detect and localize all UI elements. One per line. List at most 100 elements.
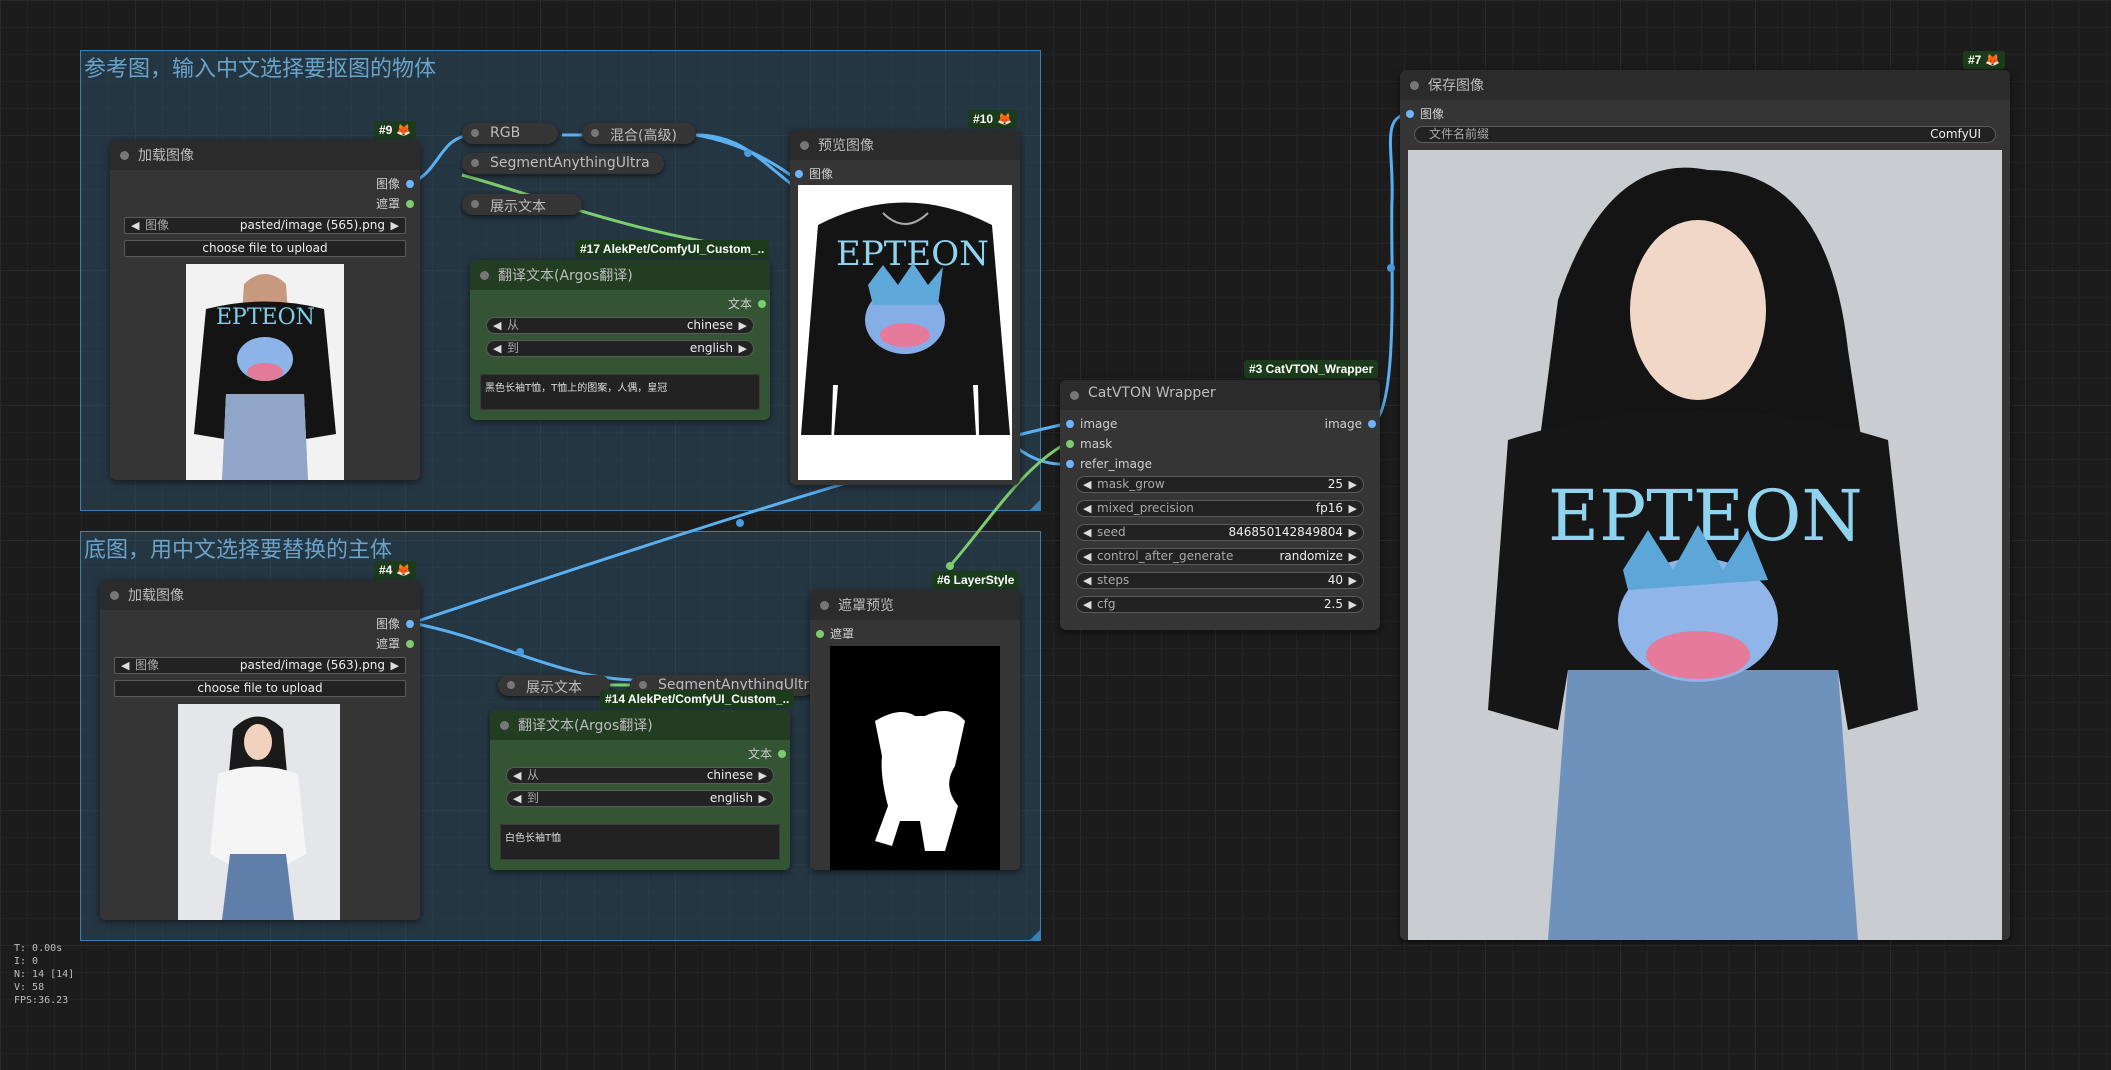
group-resize-handle[interactable] bbox=[1030, 930, 1040, 940]
mixed-precision-select[interactable]: ◀ mixed_precision fp16 ▶ bbox=[1076, 500, 1364, 517]
arrow-right-icon[interactable]: ▶ bbox=[1349, 597, 1357, 612]
translate-text-input[interactable]: 黑色长袖T恤，T恤上的图案，人偶，皇冠 bbox=[480, 374, 760, 410]
output-slot-text[interactable]: 文本 bbox=[748, 746, 786, 762]
slot-dot[interactable] bbox=[406, 180, 414, 188]
input-slot-mask[interactable]: mask bbox=[1066, 436, 1112, 452]
arrow-right-icon[interactable]: ▶ bbox=[1349, 549, 1357, 564]
input-slot-mask[interactable]: 遮罩 bbox=[816, 626, 854, 642]
slot-dot[interactable] bbox=[406, 200, 414, 208]
collapse-toggle[interactable] bbox=[110, 591, 119, 600]
arrow-left-icon[interactable]: ◀ bbox=[513, 768, 521, 783]
arrow-left-icon[interactable]: ◀ bbox=[1083, 573, 1091, 588]
slot-dot[interactable] bbox=[795, 170, 803, 178]
upload-button[interactable]: choose file to upload bbox=[114, 680, 406, 697]
input-slot-refer-image[interactable]: refer_image bbox=[1066, 456, 1152, 472]
node-segment-anything-ref[interactable]: SegmentAnythingUltra bbox=[462, 153, 664, 174]
arrow-right-icon[interactable]: ▶ bbox=[391, 218, 399, 233]
input-slot-image[interactable]: 图像 bbox=[1406, 106, 1444, 122]
arrow-left-icon[interactable]: ◀ bbox=[1083, 549, 1091, 564]
output-image: ЕРТЕОN bbox=[1408, 150, 2002, 940]
arrow-right-icon[interactable]: ▶ bbox=[1349, 477, 1357, 492]
output-slot-text[interactable]: 文本 bbox=[728, 296, 766, 312]
image-selector[interactable]: ◀ 图像 pasted/image (563).png ▶ bbox=[114, 657, 406, 674]
output-slot-mask[interactable]: 遮罩 bbox=[376, 196, 414, 212]
arrow-left-icon[interactable]: ◀ bbox=[131, 218, 139, 233]
node-preview-image[interactable]: 预览图像 图像 ЕРТЕОN bbox=[790, 130, 1020, 485]
collapse-toggle[interactable] bbox=[471, 159, 479, 167]
slot-dot[interactable] bbox=[758, 300, 766, 308]
translate-text-input[interactable]: 白色长袖T恤 bbox=[500, 824, 780, 860]
collapse-toggle[interactable] bbox=[500, 721, 509, 730]
output-slot-mask[interactable]: 遮罩 bbox=[376, 636, 414, 652]
collapse-toggle[interactable] bbox=[1410, 81, 1419, 90]
node-translate-base[interactable]: 翻译文本(Argos翻译) 文本 ◀ 从 chinese ▶ ◀ 到 engli… bbox=[490, 710, 790, 870]
arrow-right-icon[interactable]: ▶ bbox=[739, 341, 747, 356]
stat-fps: FPS:36.23 bbox=[14, 995, 69, 1006]
arrow-left-icon[interactable]: ◀ bbox=[493, 318, 501, 333]
node-show-text-base[interactable]: 展示文本 bbox=[498, 675, 610, 696]
filename-prefix-input[interactable]: 文件名前缀 ComfyUI bbox=[1414, 126, 1996, 143]
output-slot-image[interactable]: image bbox=[1325, 416, 1376, 432]
node-blend-advanced[interactable]: 混合(高级) bbox=[582, 123, 696, 144]
input-slot-image[interactable]: image bbox=[1066, 416, 1117, 432]
slot-dot[interactable] bbox=[406, 620, 414, 628]
group-resize-handle[interactable] bbox=[1030, 500, 1040, 510]
arrow-right-icon[interactable]: ▶ bbox=[1349, 525, 1357, 540]
collapse-toggle[interactable] bbox=[471, 200, 479, 208]
node-mask-preview[interactable]: 遮罩预览 遮罩 bbox=[810, 590, 1020, 870]
to-language-select[interactable]: ◀ 到 english ▶ bbox=[506, 790, 774, 807]
slot-dot[interactable] bbox=[816, 630, 824, 638]
node-header[interactable] bbox=[1400, 70, 2010, 100]
control-after-generate-select[interactable]: ◀ control_after_generate randomize ▶ bbox=[1076, 548, 1364, 565]
arrow-left-icon[interactable]: ◀ bbox=[121, 658, 129, 673]
from-language-select[interactable]: ◀ 从 chinese ▶ bbox=[506, 767, 774, 784]
slot-dot[interactable] bbox=[1066, 420, 1074, 428]
collapse-toggle[interactable] bbox=[800, 141, 809, 150]
output-slot-image[interactable]: 图像 bbox=[376, 176, 414, 192]
arrow-right-icon[interactable]: ▶ bbox=[759, 791, 767, 806]
slot-dot[interactable] bbox=[1406, 110, 1414, 118]
node-translate-ref[interactable]: 翻译文本(Argos翻译) 文本 ◀ 从 chinese ▶ ◀ 到 engli… bbox=[470, 260, 770, 420]
node-load-image-base[interactable]: 加载图像 图像 遮罩 ◀ 图像 pasted/image (563).png ▶… bbox=[100, 580, 420, 920]
collapse-toggle[interactable] bbox=[1070, 391, 1079, 400]
image-selector[interactable]: ◀ 图像 pasted/image (565).png ▶ bbox=[124, 217, 406, 234]
node-title: 预览图像 bbox=[818, 138, 874, 154]
node-save-image[interactable]: 保存图像 图像 文件名前缀 ComfyUI ЕРТЕОN bbox=[1400, 70, 2010, 940]
collapse-toggle[interactable] bbox=[480, 271, 489, 280]
arrow-right-icon[interactable]: ▶ bbox=[1349, 501, 1357, 516]
arrow-right-icon[interactable]: ▶ bbox=[1349, 573, 1357, 588]
slot-dot[interactable] bbox=[1066, 460, 1074, 468]
arrow-left-icon[interactable]: ◀ bbox=[1083, 477, 1091, 492]
node-catvton-wrapper[interactable]: CatVTON Wrapper image mask refer_image i… bbox=[1060, 380, 1380, 630]
arrow-left-icon[interactable]: ◀ bbox=[1083, 597, 1091, 612]
arrow-left-icon[interactable]: ◀ bbox=[493, 341, 501, 356]
arrow-right-icon[interactable]: ▶ bbox=[739, 318, 747, 333]
node-rgb[interactable]: RGB bbox=[462, 123, 558, 144]
node-load-image-ref[interactable]: 加载图像 图像 遮罩 ◀ 图像 pasted/image (565).png ▶… bbox=[110, 140, 420, 480]
collapse-toggle[interactable] bbox=[820, 601, 829, 610]
upload-button[interactable]: choose file to upload bbox=[124, 240, 406, 257]
steps-input[interactable]: ◀ steps 40 ▶ bbox=[1076, 572, 1364, 589]
input-slot-image[interactable]: 图像 bbox=[795, 166, 833, 182]
arrow-left-icon[interactable]: ◀ bbox=[513, 791, 521, 806]
collapse-toggle[interactable] bbox=[120, 151, 129, 160]
slot-dot[interactable] bbox=[406, 640, 414, 648]
arrow-left-icon[interactable]: ◀ bbox=[1083, 525, 1091, 540]
seed-input[interactable]: ◀ seed 846850142849804 ▶ bbox=[1076, 524, 1364, 541]
to-language-select[interactable]: ◀ 到 english ▶ bbox=[486, 340, 754, 357]
collapse-toggle[interactable] bbox=[471, 129, 479, 137]
output-slot-image[interactable]: 图像 bbox=[376, 616, 414, 632]
from-language-select[interactable]: ◀ 从 chinese ▶ bbox=[486, 317, 754, 334]
node-show-text-ref[interactable]: 展示文本 bbox=[462, 194, 582, 215]
arrow-right-icon[interactable]: ▶ bbox=[759, 768, 767, 783]
cfg-input[interactable]: ◀ cfg 2.5 ▶ bbox=[1076, 596, 1364, 613]
slot-dot[interactable] bbox=[778, 750, 786, 758]
collapse-toggle[interactable] bbox=[639, 681, 647, 689]
collapse-toggle[interactable] bbox=[507, 681, 515, 689]
arrow-left-icon[interactable]: ◀ bbox=[1083, 501, 1091, 516]
collapse-toggle[interactable] bbox=[591, 129, 599, 137]
slot-dot[interactable] bbox=[1368, 420, 1376, 428]
slot-dot[interactable] bbox=[1066, 440, 1074, 448]
arrow-right-icon[interactable]: ▶ bbox=[391, 658, 399, 673]
mask-grow-input[interactable]: ◀ mask_grow 25 ▶ bbox=[1076, 476, 1364, 493]
